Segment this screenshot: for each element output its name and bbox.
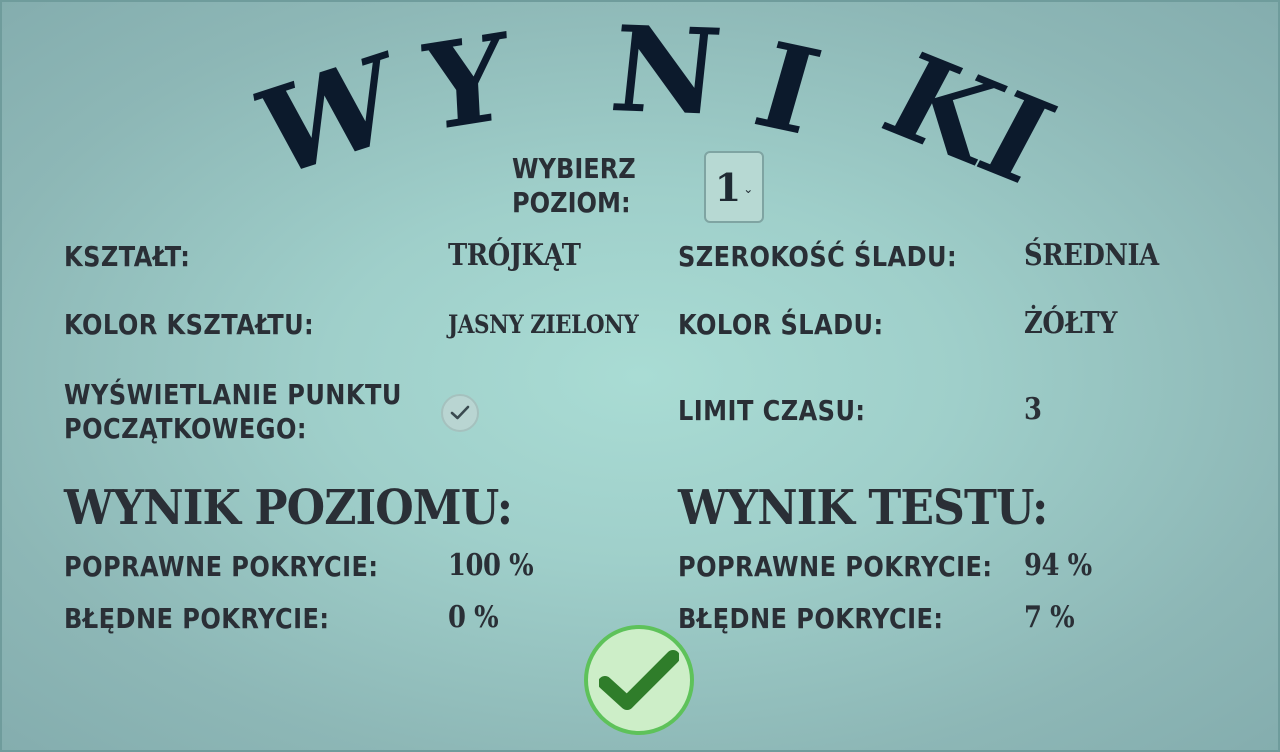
- trail-color-label: KOLOR ŚLADU:: [678, 308, 884, 341]
- level-result-heading: WYNIK POZIOMU:: [64, 480, 513, 536]
- trail-color-value: ŻÓŁTY: [1024, 306, 1117, 341]
- level-wrong-value: 0 %: [448, 600, 499, 635]
- test-result-heading: WYNIK TESTU:: [678, 480, 1048, 536]
- test-wrong-value: 7 %: [1024, 600, 1075, 635]
- title-letter: N: [604, 0, 728, 142]
- check-icon: [450, 405, 470, 420]
- level-label-line: POZIOM:: [512, 186, 631, 219]
- start-point-label-line: WYŚWIETLANIE PUNKTU: [64, 378, 402, 411]
- time-limit-value: 3: [1024, 392, 1042, 427]
- title-letter: Y: [420, 6, 512, 159]
- start-point-checkbox[interactable]: [441, 394, 479, 432]
- title-letter: W: [249, 25, 407, 208]
- trail-width-value: ŚREDNIA: [1024, 238, 1159, 273]
- level-dropdown[interactable]: 1 ⌄: [704, 151, 764, 223]
- level-wrong-label: BŁĘDNE POKRYCIE:: [64, 602, 330, 635]
- title-letter: I: [741, 15, 834, 162]
- shape-label: KSZTAŁT:: [64, 240, 191, 273]
- test-correct-value: 94 %: [1024, 548, 1092, 583]
- time-limit-label: LIMIT CZASU:: [678, 394, 866, 427]
- shape-value: TRÓJKĄT: [448, 238, 581, 273]
- start-point-label: WYŚWIETLANIE PUNKTU POCZĄTKOWEGO:: [64, 378, 402, 446]
- level-correct-label: POPRAWNE POKRYCIE:: [64, 550, 379, 583]
- shape-color-value: JASNY ZIELONY: [448, 310, 639, 339]
- start-point-label-line: POCZĄTKOWEGO:: [64, 412, 307, 445]
- level-dropdown-value: 1: [714, 164, 742, 210]
- confirm-button[interactable]: [584, 625, 694, 735]
- trail-width-label: SZEROKOŚĆ ŚLADU:: [678, 240, 958, 273]
- check-icon: [599, 650, 679, 710]
- test-correct-label: POPRAWNE POKRYCIE:: [678, 550, 993, 583]
- test-wrong-label: BŁĘDNE POKRYCIE:: [678, 602, 944, 635]
- chevron-down-icon: ⌄: [743, 182, 754, 196]
- title-letter: KI: [863, 27, 1076, 210]
- shape-color-label: KOLOR KSZTAŁTU:: [64, 308, 315, 341]
- level-correct-value: 100 %: [448, 548, 534, 583]
- level-select-label: WYBIERZ POZIOM:: [512, 152, 675, 220]
- level-label-line: WYBIERZ: [512, 152, 636, 185]
